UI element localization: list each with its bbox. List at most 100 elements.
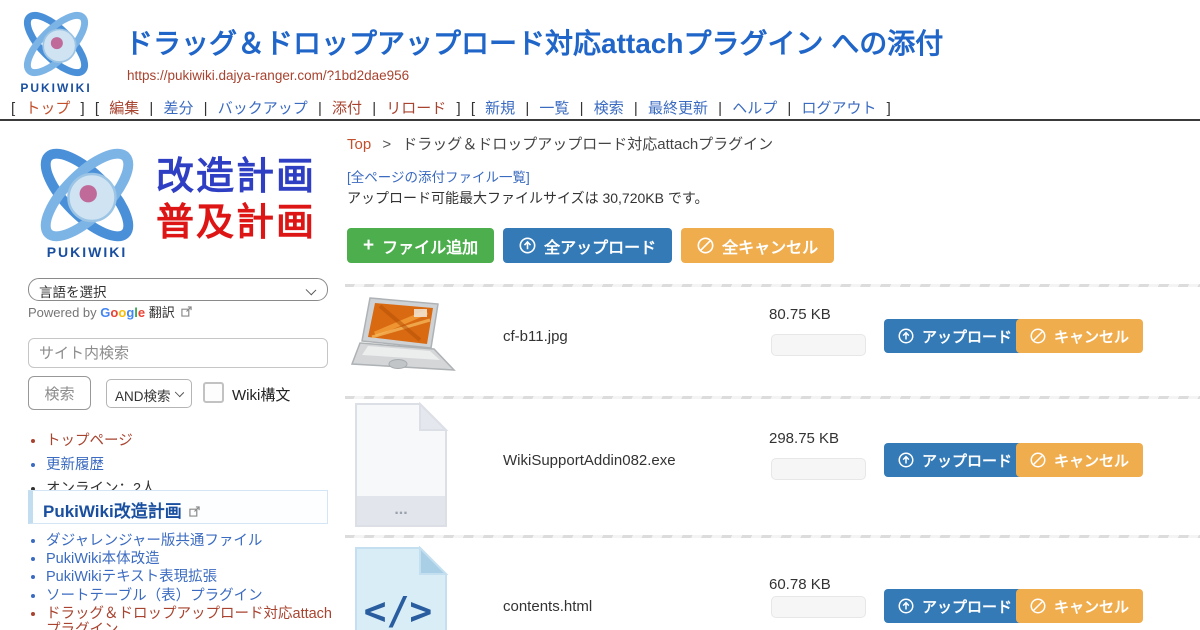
- laptop-photo-thumbnail: [350, 294, 458, 385]
- nav-link-logout[interactable]: ログアウト: [801, 100, 876, 117]
- upload-label: アップロード: [922, 326, 1012, 347]
- code-file-icon: </>: [352, 546, 450, 630]
- atom-logo-icon: [23, 143, 151, 247]
- pukiwiki-logo[interactable]: PUKIWIKI: [8, 8, 104, 96]
- sidebar-menu-heading[interactable]: PukiWiki改造計画: [28, 490, 328, 524]
- search-input[interactable]: [28, 338, 328, 368]
- language-select-value: 言語を選択: [39, 285, 107, 300]
- file-size: 80.75 KB: [769, 306, 831, 323]
- cancel-label: キャンセル: [1054, 326, 1129, 347]
- breadcrumb-current-page: ドラッグ＆ドロップアップロード対応attachプラグイン: [402, 136, 773, 153]
- external-link-icon: [189, 504, 200, 522]
- nav-bracket: [: [95, 100, 99, 117]
- file-icon-dots: ...: [394, 501, 407, 518]
- nav-bracket: ]: [456, 100, 460, 117]
- upload-all-button[interactable]: 全アップロード: [503, 228, 672, 263]
- nav-separator: |: [204, 100, 208, 117]
- upload-progress-bar: [771, 334, 866, 356]
- external-link-icon: [181, 305, 192, 320]
- sidebar-item-text-extension[interactable]: PukiWikiテキスト表現拡張: [46, 569, 332, 585]
- breadcrumb-top-link[interactable]: Top: [347, 136, 371, 153]
- file-name: contents.html: [503, 598, 592, 615]
- code-glyph: </>: [364, 589, 433, 630]
- nav-link-new[interactable]: 新規: [485, 100, 515, 117]
- file-size: 298.75 KB: [769, 430, 839, 447]
- sidebar-logo[interactable]: PUKIWIKI 改造計画 普及計画: [18, 140, 336, 262]
- upload-file-button[interactable]: アップロード: [884, 319, 1026, 353]
- sidebar-item-update-history[interactable]: 更新履歴: [46, 453, 156, 474]
- page-url-link[interactable]: https://pukiwiki.dajya-ranger.com/?1bd2d…: [127, 68, 409, 83]
- chevron-down-icon: [175, 388, 184, 397]
- nav-link-search[interactable]: 検索: [594, 100, 624, 117]
- cancel-file-button[interactable]: キャンセル: [1016, 319, 1143, 353]
- sidebar-menu-heading-label: PukiWiki改造計画: [43, 502, 182, 521]
- nav-separator: |: [787, 100, 791, 117]
- sidebar-item-common-files[interactable]: ダジャレンジャー版共通ファイル: [46, 533, 332, 549]
- header-divider: [0, 119, 1200, 121]
- language-select[interactable]: 言語を選択: [28, 278, 328, 301]
- cancel-circle-icon: [1030, 598, 1046, 614]
- sidebar-item-dnd-attach-plugin[interactable]: ドラッグ＆ドロップアップロード対応attachプラグイン: [46, 606, 332, 630]
- upload-progress-bar: [771, 596, 866, 618]
- all-pages-attachments-link[interactable]: [全ページの添付ファイル一覧]: [347, 166, 530, 186]
- google-translate-credit[interactable]: Powered by Google 翻訳: [28, 302, 192, 321]
- file-name: cf-b11.jpg: [503, 328, 568, 345]
- breadcrumb-separator: >: [382, 136, 391, 153]
- upload-file-button[interactable]: アップロード: [884, 443, 1026, 477]
- nav-link-attach[interactable]: 添付: [332, 100, 362, 117]
- powered-by-label: Powered by: [28, 305, 97, 320]
- dropzone-divider: [345, 284, 1200, 287]
- upload-all-label: 全アップロード: [544, 234, 656, 258]
- file-name: WikiSupportAddin082.exe: [503, 452, 676, 469]
- nav-link-list[interactable]: 一覧: [539, 100, 569, 117]
- upload-circle-icon: [898, 452, 914, 468]
- upload-circle-icon: [898, 598, 914, 614]
- slogan-line-1: 改造計画: [156, 155, 336, 201]
- nav-link-recent[interactable]: 最終更新: [648, 100, 708, 117]
- translate-label: 翻訳: [149, 305, 175, 320]
- max-upload-size-text: アップロード可能最大ファイルサイズは 30,720KB です。: [347, 188, 708, 208]
- nav-separator: |: [580, 100, 584, 117]
- cancel-label: キャンセル: [1054, 596, 1129, 617]
- row-divider: [345, 396, 1200, 399]
- plus-icon: +: [363, 236, 374, 255]
- nav-link-reload[interactable]: リロード: [386, 100, 446, 117]
- top-navigation: [ トップ ] [ 編集 | 差分 | バックアップ | 添付 | リロード ]…: [8, 97, 894, 118]
- nav-bracket: [: [471, 100, 475, 117]
- upload-progress-bar: [771, 458, 866, 480]
- cancel-file-button[interactable]: キャンセル: [1016, 589, 1143, 623]
- nav-link-help[interactable]: ヘルプ: [732, 100, 777, 117]
- sidebar-item-sort-table-plugin[interactable]: ソートテーブル（表）プラグイン: [46, 588, 332, 604]
- nav-separator: |: [372, 100, 376, 117]
- upload-circle-icon: [898, 328, 914, 344]
- nav-bracket: ]: [887, 100, 891, 117]
- nav-link-diff[interactable]: 差分: [163, 100, 193, 117]
- nav-separator: |: [318, 100, 322, 117]
- nav-link-top[interactable]: トップ: [25, 100, 70, 117]
- cancel-all-button[interactable]: 全キャンセル: [681, 228, 834, 263]
- search-button[interactable]: 検索: [28, 376, 91, 410]
- wiki-syntax-checkbox[interactable]: [203, 382, 224, 403]
- sidebar-item-top-page[interactable]: トップページ: [46, 429, 156, 450]
- row-divider: [345, 535, 1200, 538]
- search-mode-select[interactable]: AND検索: [106, 379, 192, 408]
- breadcrumb: Top > ドラッグ＆ドロップアップロード対応attachプラグイン: [347, 133, 773, 154]
- pukiwiki-logo-text: PUKIWIKI: [8, 81, 104, 95]
- nav-separator: |: [149, 100, 153, 117]
- nav-separator: |: [525, 100, 529, 117]
- add-files-button[interactable]: + ファイル追加: [347, 228, 494, 263]
- file-size: 60.78 KB: [769, 576, 831, 593]
- page-title: ドラッグ＆ドロップアップロード対応attachプラグイン への添付: [125, 22, 943, 62]
- cancel-circle-icon: [1030, 452, 1046, 468]
- cancel-all-label: 全キャンセル: [722, 234, 818, 258]
- sidebar-menu-links: ダジャレンジャー版共通ファイル PukiWiki本体改造 PukiWikiテキス…: [30, 533, 332, 630]
- wiki-syntax-label: Wiki構文: [232, 384, 290, 405]
- nav-link-backup[interactable]: バックアップ: [218, 100, 308, 117]
- atom-logo-icon: [13, 8, 99, 80]
- nav-link-edit[interactable]: 編集: [109, 100, 139, 117]
- cancel-file-button[interactable]: キャンセル: [1016, 443, 1143, 477]
- pukiwiki-attach-page: PUKIWIKI ドラッグ＆ドロップアップロード対応attachプラグイン への…: [0, 0, 1200, 630]
- upload-file-button[interactable]: アップロード: [884, 589, 1026, 623]
- sidebar-item-core-mod[interactable]: PukiWiki本体改造: [46, 551, 332, 567]
- upload-toolbar: + ファイル追加 全アップロード 全キャンセル: [347, 228, 834, 263]
